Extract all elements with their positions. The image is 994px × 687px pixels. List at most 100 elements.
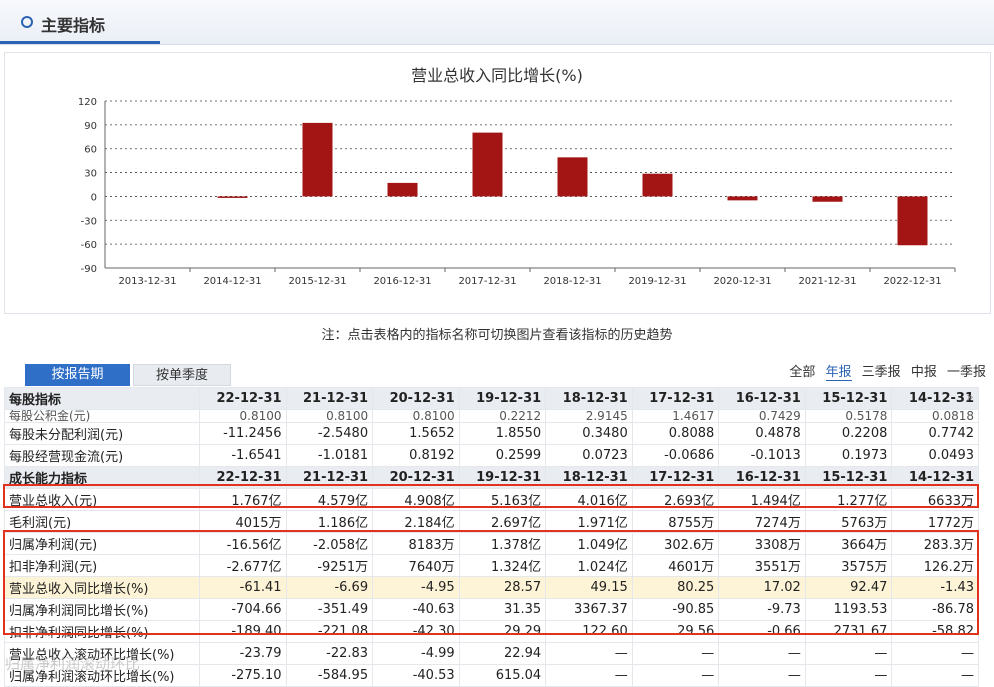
y-tick-label: -60 [81, 240, 97, 251]
table-cell: 4601万 [631, 554, 720, 577]
table-cell: 0.2208 [804, 422, 893, 445]
table-cell: — [545, 642, 633, 665]
table-cell: 3575万 [804, 554, 893, 577]
table-row: 营业总收入(元) 1.767亿 4.579亿 4.908亿 5.163亿 4.016亿 2.… [4, 488, 979, 511]
y-tick-label: 120 [78, 97, 97, 108]
section-title: 主要指标 [41, 16, 106, 35]
table-cell: 1.324亿 [458, 554, 547, 577]
bar [302, 122, 333, 197]
table-cell: 3551万 [718, 554, 806, 577]
bar [812, 196, 843, 202]
filter-half-year[interactable]: 中报 [911, 365, 937, 380]
column-header: 17-12-31 [631, 466, 720, 489]
indicator-name[interactable]: 扣非净利润同比增长(%) [4, 620, 200, 643]
table-cell: 0.8192 [372, 444, 460, 467]
table-cell: -1.6541 [199, 444, 287, 467]
table-cell: 0.5178 [804, 409, 893, 423]
table-cell: 1.494亿 [718, 488, 806, 511]
tab-by-report-period[interactable]: 按报告期 [25, 364, 130, 386]
table-cell: -351.49 [285, 598, 374, 621]
filter-annual[interactable]: 年报 [825, 365, 852, 381]
indicator-name[interactable]: 营业总收入(元) [4, 488, 200, 511]
column-header: 20-12-31 [372, 466, 460, 489]
table-cell: 122.60 [545, 620, 633, 643]
scroll-right-icon[interactable]: » [963, 388, 977, 406]
chart-panel: 营业总收入同比增长(%) 120 90 60 30 0 -30 -60 -90 2013-12-3… [4, 52, 991, 314]
table-cell: -221.08 [285, 620, 374, 643]
table-cell: 0.7742 [891, 422, 979, 445]
table-cell: 6633万 [891, 488, 979, 511]
indicator-name[interactable]: 每股未分配利润(元) [4, 422, 200, 445]
indicator-name[interactable]: 归属净利润同比增长(%) [4, 598, 200, 621]
table-cell: -1.43 [891, 576, 979, 599]
table-cell: -58.82 [891, 620, 979, 643]
table-cell: 0.4878 [718, 422, 806, 445]
filter-all[interactable]: 全部 [789, 365, 815, 380]
table-cell: 283.3万 [891, 532, 979, 555]
table-cell: -2.677亿 [199, 554, 287, 577]
bar [217, 196, 248, 198]
title-underline [0, 41, 160, 44]
column-header: 14-12-31 [891, 466, 979, 489]
y-tick-label: 0 [91, 192, 97, 203]
filter-q3[interactable]: 三季报 [862, 365, 901, 380]
table-cell: 4.579亿 [285, 488, 374, 511]
indicator-name[interactable]: 扣非净利润(元) [4, 554, 200, 577]
column-header: 15-12-31 [804, 466, 893, 489]
table-cell: 0.3480 [545, 422, 633, 445]
indicator-name[interactable]: 每股经营现金流(元) [4, 444, 200, 467]
table-cell: 2.697亿 [458, 510, 547, 533]
column-header: 19-12-31 [458, 387, 547, 410]
y-tick-label: -90 [81, 264, 97, 275]
indicator-name[interactable]: 营业总收入同比增长(%) [4, 576, 200, 599]
indicator-name[interactable]: 每股公积金(元) [4, 409, 200, 423]
y-tick-label: 60 [84, 145, 97, 156]
table-cell: 0.2599 [458, 444, 547, 467]
table-cell: 1.4617 [631, 409, 720, 423]
tab-by-quarter[interactable]: 按单季度 [133, 364, 231, 386]
x-tick-label: 2016-12-31 [373, 276, 431, 287]
table-cell: — [891, 642, 979, 665]
x-tick-label: 2020-12-31 [713, 276, 771, 287]
table-cell: 80.25 [631, 576, 720, 599]
table-cell: -6.69 [285, 576, 374, 599]
table-cell: — [804, 664, 893, 687]
table-cell: 0.8100 [285, 409, 374, 423]
bar-chart: 营业总收入同比增长(%) 120 90 60 30 0 -30 -60 -90 2013-12-3… [78, 66, 956, 287]
table-cell: -9251万 [285, 554, 374, 577]
table-cell: 1.5652 [372, 422, 460, 445]
section-header-row: 每股指标 22-12-31 21-12-31 20-12-31 19-12-31 18-1… [4, 387, 979, 410]
table-cell: -40.63 [372, 598, 460, 621]
table-cell: 4015万 [199, 510, 287, 533]
table-cell: — [545, 664, 633, 687]
table-cell: 3308万 [718, 532, 806, 555]
bar [387, 182, 418, 197]
table-cell: — [891, 664, 979, 687]
table-cell: 1193.53 [804, 598, 893, 621]
table-row: 毛利润(元) 4015万 1.186亿 2.184亿 2.697亿 1.971亿 8755万… [4, 510, 979, 533]
column-header: 18-12-31 [545, 387, 633, 410]
table-cell: 29.56 [631, 620, 720, 643]
bar [897, 196, 928, 246]
x-tick-label: 2014-12-31 [203, 276, 261, 287]
section-title[interactable]: 每股指标 [4, 387, 200, 410]
table-cell: 1.186亿 [285, 510, 374, 533]
table-cell: 2.184亿 [372, 510, 460, 533]
indicator-name[interactable]: 毛利润(元) [4, 510, 200, 533]
x-tick-label: 2021-12-31 [798, 276, 856, 287]
table-cell: -22.83 [285, 642, 374, 665]
bar [557, 157, 588, 197]
watermark: 归属净利润滚动环比 [5, 655, 141, 673]
table-cell: 7274万 [718, 510, 806, 533]
table-cell: 1772万 [891, 510, 979, 533]
y-tick-label: -30 [81, 216, 97, 227]
table-cell: 615.04 [458, 664, 547, 687]
table-cell: -0.0686 [631, 444, 720, 467]
table-cell: -584.95 [285, 664, 374, 687]
bar [472, 132, 503, 197]
section-title[interactable]: 成长能力指标 [4, 466, 200, 489]
table-cell: 1.767亿 [199, 488, 287, 511]
indicator-name[interactable]: 归属净利润(元) [4, 532, 200, 555]
filter-q1[interactable]: 一季报 [947, 365, 986, 380]
table-row: 每股公积金(元) 0.8100 0.8100 0.8100 0.2212 2.9145 1.… [4, 409, 979, 423]
